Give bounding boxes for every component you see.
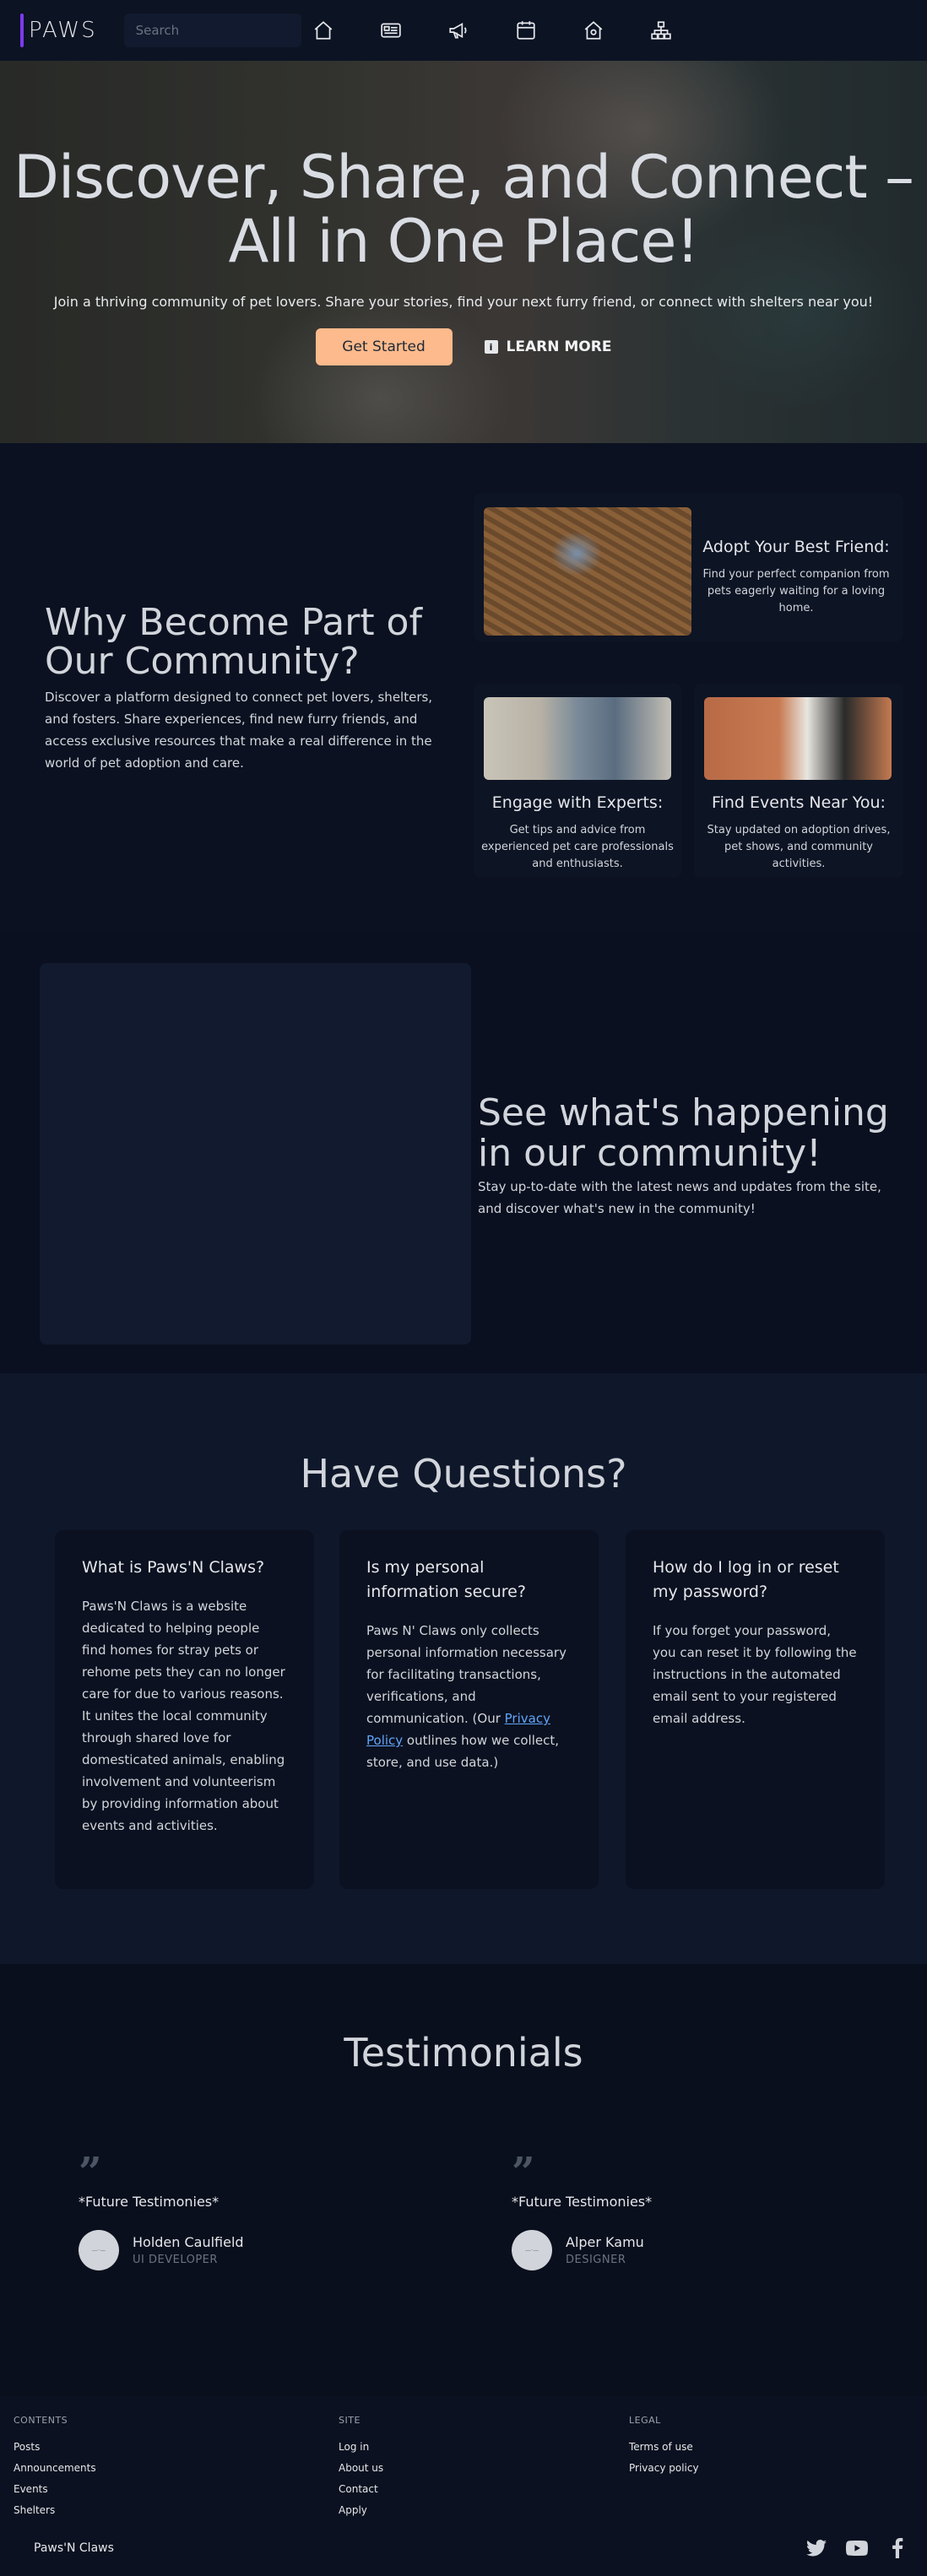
quote-icon: ” xyxy=(79,2149,102,2196)
faq-card: How do I log in or reset my password? If… xyxy=(626,1530,885,1889)
faq-question: Is my personal information secure? xyxy=(366,1558,526,1601)
faq-title: Have Questions? xyxy=(300,1451,627,1496)
nav-icon-bar xyxy=(311,0,716,61)
footer-link-shelters[interactable]: Shelters xyxy=(14,2504,96,2516)
community-feed-text: See what's happening in our community! S… xyxy=(478,1093,900,1220)
footer-link-terms[interactable]: Terms of use xyxy=(629,2441,699,2453)
footer-column-site: SITE Log in About us Contact Apply xyxy=(339,2415,383,2525)
faq-question: What is Paws'N Claws? xyxy=(82,1558,265,1577)
footer-link-privacy[interactable]: Privacy policy xyxy=(629,2462,699,2474)
feature-card-title: Adopt Your Best Friend: xyxy=(702,538,890,556)
megaphone-icon[interactable] xyxy=(446,18,471,43)
search-input[interactable] xyxy=(123,14,301,47)
footer-heading: SITE xyxy=(339,2415,360,2426)
faq-answer: Paws N' Claws only collects personal inf… xyxy=(366,1620,572,1773)
author-role: DESIGNER xyxy=(566,2254,626,2266)
kitten-in-basket-image xyxy=(484,507,691,636)
footer-link-announcements[interactable]: Announcements xyxy=(14,2462,96,2474)
footer-heading: CONTENTS xyxy=(14,2415,68,2426)
author-role: UI DEVELOPER xyxy=(133,2254,218,2266)
logo-text: PAWS xyxy=(29,18,97,43)
footer-brand: Paws'N Claws xyxy=(34,2541,114,2555)
veterinarians-image xyxy=(484,697,671,780)
why-join-title: Why Become Part of Our Community? xyxy=(45,601,422,683)
testimonial-quote: *Future Testimonies* xyxy=(79,2194,220,2210)
footer-heading: LEGAL xyxy=(629,2415,661,2426)
author-name: Alper Kamu xyxy=(566,2234,644,2250)
community-feed-body: Stay up-to-date with the latest news and… xyxy=(478,1179,881,1216)
footer-link-apply[interactable]: Apply xyxy=(339,2504,383,2516)
feature-card-adopt[interactable]: Adopt Your Best Friend: Find your perfec… xyxy=(474,494,903,641)
footer-link-contact[interactable]: Contact xyxy=(339,2483,383,2495)
why-join-text: Why Become Part of Our Community? Discov… xyxy=(45,603,458,774)
newspaper-icon[interactable] xyxy=(378,18,404,43)
site-footer: CONTENTS Posts Announcements Events Shel… xyxy=(0,2396,927,2576)
facebook-icon[interactable] xyxy=(886,2538,908,2558)
feature-card-text: Get tips and advice from experienced pet… xyxy=(481,824,674,870)
faq-answer: If you forget your password, you can res… xyxy=(653,1623,857,1726)
testimonial-author: —·— Alper Kamu DESIGNER xyxy=(512,2230,849,2270)
testimonial-card: ” *Future Testimonies* —·— Alper Kamu DE… xyxy=(512,2149,849,2270)
why-join-body: Discover a platform designed to connect … xyxy=(45,690,433,771)
faq-card: Is my personal information secure? Paws … xyxy=(339,1530,599,1889)
why-join-section: Why Become Part of Our Community? Discov… xyxy=(0,443,927,934)
hero-section: Discover, Share, and Connect – All in On… xyxy=(0,61,927,443)
community-feed-section: See what's happening in our community! S… xyxy=(0,934,927,1373)
logo-accent-bar xyxy=(20,14,24,47)
avatar-placeholder-icon: —·— xyxy=(91,2247,106,2254)
sitemap-icon[interactable] xyxy=(648,18,674,43)
get-started-button[interactable]: Get Started xyxy=(315,328,453,365)
quote-icon: ” xyxy=(512,2149,535,2196)
footer-link-about[interactable]: About us xyxy=(339,2462,383,2474)
avatar: —·— xyxy=(79,2230,119,2270)
feature-card-experts[interactable]: Engage with Experts: Get tips and advice… xyxy=(474,684,681,878)
footer-link-events[interactable]: Events xyxy=(14,2483,96,2495)
social-links xyxy=(787,2538,908,2558)
calendar-icon[interactable] xyxy=(513,18,539,43)
twitter-icon[interactable] xyxy=(805,2538,827,2558)
testimonial-quote: *Future Testimonies* xyxy=(512,2194,653,2210)
faq-section: Have Questions? What is Paws'N Claws? Pa… xyxy=(0,1373,927,1964)
testimonial-author: —·— Holden Caulfield UI DEVELOPER xyxy=(79,2230,416,2270)
avatar-placeholder-icon: —·— xyxy=(524,2247,539,2254)
faq-question: How do I log in or reset my password? xyxy=(653,1558,839,1601)
feature-card-title: Find Events Near You: xyxy=(712,793,886,812)
footer-link-posts[interactable]: Posts xyxy=(14,2441,96,2453)
dogs-party-image xyxy=(704,697,892,780)
footer-link-login[interactable]: Log in xyxy=(339,2441,383,2453)
community-feed-panel[interactable] xyxy=(40,963,471,1345)
feature-card-text: Find your perfect companion from pets ea… xyxy=(702,568,890,614)
hero-title: Discover, Share, and Connect – All in On… xyxy=(13,143,914,276)
feature-card-text: Stay updated on adoption drives, pet sho… xyxy=(707,824,891,870)
info-icon: i xyxy=(484,340,498,354)
footer-column-contents: CONTENTS Posts Announcements Events Shel… xyxy=(14,2415,96,2525)
faq-answer: Paws'N Claws is a website dedicated to h… xyxy=(82,1599,285,1833)
hero-actions: Get Started i LEARN MORE xyxy=(0,328,927,365)
hero-subtitle: Join a thriving community of pet lovers.… xyxy=(53,294,874,310)
learn-more-label: LEARN MORE xyxy=(506,338,612,355)
shelter-icon[interactable] xyxy=(581,18,606,43)
testimonial-card: ” *Future Testimonies* —·— Holden Caulfi… xyxy=(79,2149,416,2270)
avatar: —·— xyxy=(512,2230,552,2270)
author-name: Holden Caulfield xyxy=(133,2234,244,2250)
testimonials-section: Testimonials ” *Future Testimonies* —·— … xyxy=(0,1964,927,2396)
youtube-icon[interactable] xyxy=(846,2538,868,2558)
site-logo[interactable]: PAWS xyxy=(20,14,97,47)
community-feed-title: See what's happening in our community! xyxy=(478,1091,889,1175)
footer-column-legal: LEGAL Terms of use Privacy policy xyxy=(629,2415,699,2483)
feature-card-events[interactable]: Find Events Near You: Stay updated on ad… xyxy=(694,684,903,878)
faq-card: What is Paws'N Claws? Paws'N Claws is a … xyxy=(55,1530,314,1889)
feature-card-title: Engage with Experts: xyxy=(491,793,664,812)
home-icon[interactable] xyxy=(311,18,336,43)
hero-content: Discover, Share, and Connect – All in On… xyxy=(0,61,927,365)
top-navbar: PAWS xyxy=(0,0,927,61)
learn-more-button[interactable]: i LEARN MORE xyxy=(484,338,612,355)
testimonials-title: Testimonials xyxy=(344,2030,583,2075)
